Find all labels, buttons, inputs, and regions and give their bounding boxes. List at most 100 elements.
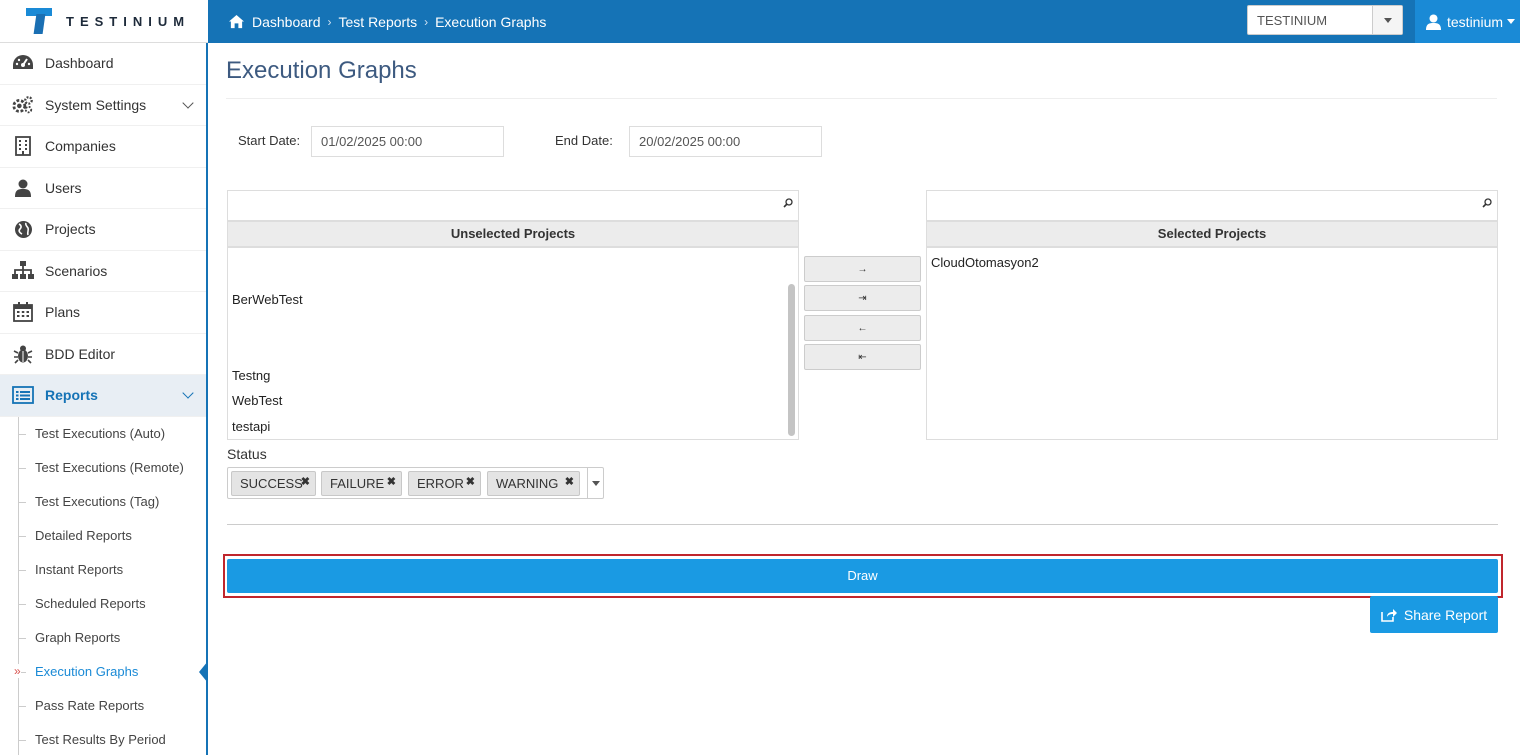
move-selected-left-button[interactable]: ← [804, 315, 921, 341]
sidebar-subitem-test-executions-tag[interactable]: Test Executions (Tag) [0, 485, 206, 519]
move-all-right-button[interactable]: ⇥ [804, 285, 921, 311]
unselected-projects-list[interactable]: BerWebTest Testng WebTest testapi [227, 247, 799, 440]
remove-tag-icon[interactable]: ✖ [301, 475, 310, 488]
organization-select-value: TESTINIUM [1257, 12, 1328, 28]
list-item[interactable]: Testng [232, 368, 270, 383]
sidebar-subitem-scheduled-reports[interactable]: Scheduled Reports [0, 587, 206, 621]
sidebar-item-dashboard[interactable]: Dashboard [0, 43, 206, 85]
status-label: Status [227, 446, 267, 462]
share-report-label: Share Report [1403, 606, 1488, 623]
chevron-down-icon [182, 387, 194, 399]
status-multiselect[interactable]: SUCCESS ✖ FAILURE ✖ ERROR ✖ WARNING ✖ [227, 467, 604, 499]
start-date-label: Start Date: [238, 133, 301, 148]
sidebar-subitem-test-results-by-period[interactable]: Test Results By Period [0, 723, 206, 755]
reports-submenu: Test Executions (Auto) Test Executions (… [0, 416, 208, 755]
organization-select-toggle[interactable] [1372, 6, 1402, 34]
breadcrumb: Dashboard › Test Reports › Execution Gra… [228, 0, 546, 43]
sitemap-icon [12, 261, 34, 281]
sidebar: Dashboard System Settings Companies User… [0, 43, 208, 755]
top-bar: TESTINIUM Dashboard › Test Reports › Exe… [0, 0, 1520, 43]
sidebar-subitem-label: Detailed Reports [35, 528, 132, 543]
search-icon [1482, 198, 1492, 208]
status-dropdown-toggle[interactable] [587, 468, 603, 498]
sidebar-subitem-detailed-reports[interactable]: Detailed Reports [0, 519, 206, 553]
list-item[interactable]: CloudOtomasyon2 [931, 255, 1039, 270]
sidebar-item-label: Scenarios [45, 262, 108, 279]
logo-mark-icon [26, 8, 52, 34]
sidebar-item-companies[interactable]: Companies [0, 126, 206, 168]
user-menu-button[interactable]: testinium [1415, 0, 1520, 43]
unselected-projects-header: Unselected Projects [227, 221, 799, 247]
dashboard-icon [12, 53, 34, 73]
sidebar-subitem-label: Test Executions (Auto) [35, 426, 166, 441]
start-date-input[interactable] [311, 126, 504, 157]
breadcrumb-separator-icon: › [424, 14, 429, 29]
logo[interactable]: TESTINIUM [0, 0, 208, 43]
breadcrumb-dashboard[interactable]: Dashboard [252, 14, 321, 30]
share-icon [1381, 608, 1397, 622]
logo-text: TESTINIUM [66, 13, 191, 29]
sidebar-subitem-label: Test Executions (Tag) [35, 494, 160, 509]
status-tag-error: ERROR ✖ [408, 471, 481, 496]
sidebar-item-bdd-editor[interactable]: BDD Editor [0, 334, 206, 375]
sidebar-item-plans[interactable]: Plans [0, 292, 206, 334]
sidebar-subitem-instant-reports[interactable]: Instant Reports [0, 553, 206, 587]
tag-label: SUCCESS [240, 476, 303, 491]
sidebar-item-scenarios[interactable]: Scenarios [0, 251, 206, 292]
sidebar-subitem-pass-rate-reports[interactable]: Pass Rate Reports [0, 689, 206, 723]
main-content: Execution Graphs Start Date: End Date: U… [208, 43, 1520, 755]
share-report-button[interactable]: Share Report [1370, 596, 1498, 633]
user-name: testinium [1447, 13, 1504, 30]
selected-projects-list[interactable]: CloudOtomasyon2 [926, 247, 1498, 440]
building-icon [12, 136, 34, 157]
sidebar-item-label: Dashboard [45, 55, 114, 72]
sidebar-item-users[interactable]: Users [0, 168, 206, 209]
list-item[interactable]: BerWebTest [232, 292, 303, 307]
breadcrumb-execution-graphs: Execution Graphs [435, 13, 547, 30]
selected-projects-header: Selected Projects [926, 221, 1498, 247]
breadcrumb-separator-icon: › [327, 14, 332, 29]
breadcrumb-test-reports[interactable]: Test Reports [339, 14, 418, 30]
remove-tag-icon[interactable]: ✖ [387, 475, 396, 488]
sidebar-item-label: System Settings [45, 96, 147, 113]
active-pointer-icon [199, 660, 208, 683]
sidebar-subitem-label: Test Executions (Remote) [35, 460, 184, 475]
draw-button[interactable]: Draw [227, 559, 1498, 593]
sidebar-item-label: Plans [45, 304, 81, 321]
organization-select[interactable]: TESTINIUM [1247, 5, 1403, 35]
status-tag-warning: WARNING ✖ [487, 471, 580, 496]
sidebar-subitem-graph-reports[interactable]: Graph Reports [0, 621, 206, 655]
sidebar-subitem-label: Execution Graphs [35, 664, 139, 679]
sidebar-item-system-settings[interactable]: System Settings [0, 85, 206, 126]
remove-tag-icon[interactable]: ✖ [466, 475, 475, 488]
sidebar-item-label: BDD Editor [45, 345, 116, 362]
search-icon [783, 198, 793, 208]
caret-down-icon [1383, 17, 1392, 23]
sidebar-item-projects[interactable]: Projects [0, 209, 206, 251]
sidebar-subitem-label: Graph Reports [35, 630, 121, 645]
user-icon [1426, 14, 1441, 30]
sidebar-item-label: Reports [45, 387, 98, 404]
sidebar-item-label: Users [45, 179, 82, 196]
gears-icon [12, 95, 34, 115]
move-all-left-button[interactable]: ⇤ [804, 344, 921, 370]
remove-tag-icon[interactable]: ✖ [565, 475, 574, 488]
sidebar-subitem-test-executions-remote[interactable]: Test Executions (Remote) [0, 451, 206, 485]
home-icon[interactable] [228, 14, 245, 29]
status-tag-failure: FAILURE ✖ [321, 471, 402, 496]
bug-icon [12, 344, 34, 364]
sidebar-subitem-execution-graphs[interactable]: » Execution Graphs [0, 655, 208, 689]
tag-label: ERROR [417, 476, 464, 491]
unselected-search-input[interactable] [227, 190, 799, 221]
sidebar-subitem-label: Test Results By Period [35, 732, 166, 747]
sidebar-item-reports[interactable]: Reports [0, 375, 206, 417]
list-scrollbar[interactable] [788, 284, 795, 436]
sidebar-subitem-test-executions-auto[interactable]: Test Executions (Auto) [0, 417, 206, 451]
list-item[interactable]: testapi [232, 419, 270, 434]
divider [226, 98, 1497, 99]
tag-label: WARNING [496, 476, 559, 491]
move-selected-right-button[interactable]: → [804, 256, 921, 282]
selected-search-input[interactable] [926, 190, 1498, 221]
list-item[interactable]: WebTest [232, 393, 282, 408]
end-date-input[interactable] [629, 126, 822, 157]
